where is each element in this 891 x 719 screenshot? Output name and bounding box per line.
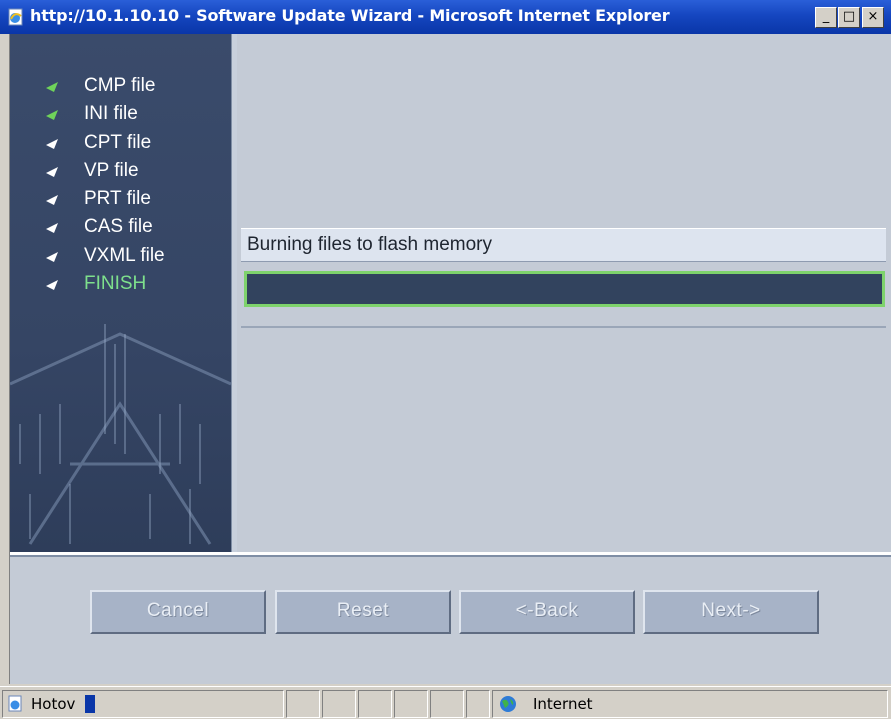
status-cell bbox=[394, 690, 428, 718]
step-done-bullet-icon bbox=[46, 110, 58, 121]
browser-status-bar: Hotov Internet bbox=[0, 686, 891, 719]
step-active-bullet-icon bbox=[46, 280, 58, 291]
step-pending-bullet-icon bbox=[46, 223, 58, 234]
status-row: Burning files to flash memory bbox=[241, 228, 886, 262]
status-cell bbox=[322, 690, 356, 718]
maximize-button[interactable]: □ bbox=[838, 7, 860, 28]
status-cell bbox=[430, 690, 464, 718]
wizard-step-sidebar: CMP file INI file CPT file VP file PRT f… bbox=[10, 34, 231, 552]
footer-divider bbox=[10, 555, 891, 557]
step-pending-bullet-icon bbox=[46, 195, 58, 206]
reset-button[interactable]: Reset bbox=[275, 590, 451, 634]
status-cell bbox=[466, 690, 490, 718]
step-pending-bullet-icon bbox=[46, 251, 58, 262]
next-button[interactable]: Next-> bbox=[643, 590, 819, 634]
load-progress-indicator bbox=[85, 695, 95, 713]
step-pending-bullet-icon bbox=[46, 166, 58, 177]
ie-page-icon bbox=[8, 695, 22, 712]
step-label: CMP file bbox=[84, 75, 156, 96]
window-title-bar[interactable]: http://10.1.10.10 - Software Update Wiza… bbox=[0, 0, 891, 34]
step-label: VP file bbox=[84, 159, 139, 181]
window-title: http://10.1.10.10 - Software Update Wiza… bbox=[30, 6, 670, 25]
minimize-icon: _ bbox=[822, 9, 830, 24]
zone-label: Internet bbox=[533, 695, 593, 713]
step-label: CAS file bbox=[84, 216, 153, 238]
step-label: INI file bbox=[84, 103, 138, 125]
progress-bar bbox=[244, 271, 885, 307]
security-zone-cell: Internet bbox=[492, 690, 888, 718]
cancel-button[interactable]: Cancel bbox=[90, 590, 266, 634]
back-button[interactable]: <-Back bbox=[459, 590, 635, 634]
step-label: CPT file bbox=[84, 131, 152, 153]
ie-page-icon bbox=[8, 8, 23, 26]
status-cell bbox=[358, 690, 392, 718]
minimize-button[interactable]: _ bbox=[815, 7, 837, 28]
status-page-cell: Hotov bbox=[2, 690, 284, 718]
globe-icon bbox=[500, 696, 516, 712]
status-cell bbox=[286, 690, 320, 718]
main-panel: Burning files to flash memory bbox=[237, 34, 891, 552]
maximize-icon: □ bbox=[842, 9, 856, 24]
window-left-border bbox=[0, 34, 10, 684]
page-status-text: Hotov bbox=[31, 695, 76, 713]
close-button[interactable]: × bbox=[862, 7, 884, 28]
status-message: Burning files to flash memory bbox=[247, 234, 492, 255]
decorative-watermark-graphic bbox=[10, 324, 231, 545]
step-done-bullet-icon bbox=[46, 82, 58, 92]
close-icon: × bbox=[867, 9, 879, 24]
step-label: VXML file bbox=[84, 244, 165, 266]
step-label: PRT file bbox=[84, 188, 151, 210]
step-label: FINISH bbox=[84, 273, 147, 295]
step-pending-bullet-icon bbox=[46, 138, 58, 149]
content-separator bbox=[241, 326, 886, 328]
